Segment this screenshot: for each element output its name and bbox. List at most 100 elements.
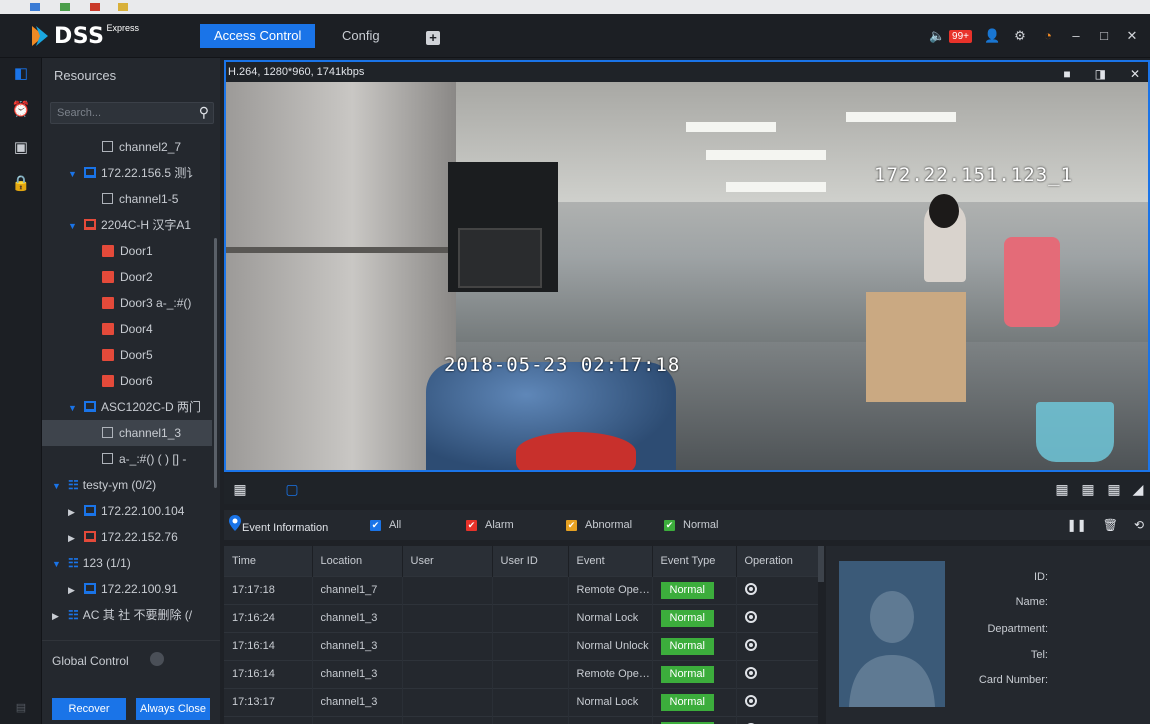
col-user-id[interactable]: User ID — [492, 546, 569, 576]
view-eye-icon[interactable] — [744, 666, 757, 679]
recover-button[interactable]: Recover — [52, 698, 126, 720]
view-eye-icon[interactable] — [744, 638, 757, 651]
cell-user-id — [492, 603, 569, 632]
layout-9-icon[interactable]: ▦ — [1080, 481, 1096, 497]
alarm-clock-icon[interactable]: ⏰ — [11, 100, 31, 120]
door-icon — [102, 348, 114, 361]
cell-user-id — [492, 575, 569, 604]
tree-item[interactable]: ▶ 172.22.100.104 — [42, 498, 212, 524]
speaker-icon[interactable]: 🔈 — [929, 28, 945, 44]
user-icon[interactable]: 👤 — [984, 28, 1000, 44]
filter-alarm[interactable]: ✔ Alarm — [466, 519, 514, 531]
tree-item[interactable]: ▼ 172.22.156.5 测讠 — [42, 160, 212, 186]
tree-item[interactable]: Door2 — [42, 264, 212, 290]
tree-item[interactable]: Door1 — [42, 238, 212, 264]
checkbox-icon[interactable]: ✔ — [466, 519, 477, 531]
settings-icon[interactable] — [150, 652, 164, 666]
table-row[interactable]: 17:16:14 channel1_3 Remote Open... Normal — [224, 659, 818, 688]
layout-16-icon[interactable]: ▦ — [1106, 481, 1122, 497]
table-row[interactable]: 17:13:17channel1_3 Normal UnlockNormal — [224, 715, 818, 724]
alarm-count-badge[interactable]: 99+ — [949, 29, 972, 43]
tree-item[interactable]: ▼ 2204C-H 汉字A1 — [42, 212, 212, 238]
event-panel-icon[interactable]: ▢ — [284, 481, 300, 497]
col-event-type[interactable]: Event Type — [652, 546, 737, 576]
collapse-arrow-icon[interactable]: ▼ — [68, 213, 78, 239]
search-input[interactable] — [51, 103, 181, 123]
table-row[interactable]: 17:16:14 channel1_3 Normal Unlock Normal — [224, 631, 818, 660]
tree-item[interactable]: ▶ 172.22.152.76 — [42, 524, 212, 550]
tree-item[interactable]: a-_:#() ( ) [] - — [42, 446, 212, 472]
add-tab-button[interactable]: + — [426, 31, 440, 45]
table-row[interactable]: 17:13:17 channel1_3 Normal Lock Normal — [224, 687, 818, 716]
layout-4-icon[interactable]: ▦ — [1054, 481, 1070, 497]
collapse-arrow-icon[interactable]: ▼ — [52, 473, 62, 499]
tab-access-control[interactable]: Access Control — [200, 24, 316, 48]
tree-item[interactable]: channel2_7 — [42, 134, 212, 160]
table-scrollbar[interactable] — [818, 546, 824, 582]
edit-layout-icon[interactable]: ◢ — [1130, 481, 1146, 497]
view-eye-icon[interactable] — [744, 610, 757, 623]
close-icon[interactable]: ✕ — [1124, 28, 1140, 44]
snapshot-icon[interactable]: ■ — [1063, 64, 1070, 84]
tree-item[interactable]: Door5 — [42, 342, 212, 368]
stream-info-bar: H.264, 1280*960, 1741kbps ■ ◨ ✕ — [226, 62, 1148, 82]
expand-arrow-icon[interactable]: ▶ — [68, 577, 78, 603]
close-video-icon[interactable]: ✕ — [1130, 64, 1140, 84]
trash-icon[interactable]: 🗑 — [1103, 518, 1118, 532]
tree-item[interactable]: ▶ 172.22.100.91 — [42, 576, 212, 602]
checkbox-icon[interactable]: ✔ — [664, 519, 675, 531]
grid-view-icon[interactable]: ▦ — [232, 481, 248, 497]
tree-item[interactable]: ▼ ☷ testy-ym (0/2) — [42, 472, 212, 498]
filter-normal[interactable]: ✔ Normal — [664, 519, 718, 531]
expand-arrow-icon[interactable]: ▶ — [68, 499, 78, 525]
door-lock-icon[interactable]: ▣ — [11, 138, 31, 158]
performance-icon[interactable]: ◔ — [1040, 28, 1056, 44]
scene-light — [686, 122, 776, 132]
gear-icon[interactable]: ⚙ — [1012, 28, 1028, 44]
expand-arrow-icon[interactable]: ▶ — [52, 603, 62, 629]
checkbox-icon[interactable]: ✔ — [370, 519, 381, 531]
resources-nav-icon[interactable]: ◧ — [11, 64, 31, 84]
search-icon[interactable]: ⚲ — [199, 104, 209, 121]
maximize-icon[interactable]: □ — [1096, 28, 1112, 44]
tree-item[interactable]: channel1-5 — [42, 186, 212, 212]
table-row[interactable]: 17:16:24 channel1_3 Normal Lock Normal — [224, 603, 818, 632]
title-bar: DSS Express Access Control Config + 🔈 99… — [0, 14, 1150, 58]
view-eye-icon[interactable] — [744, 694, 757, 707]
table-row[interactable]: 17:17:18 channel1_7 Remote Open... Normal — [224, 575, 818, 604]
tree-item[interactable]: Door6 — [42, 368, 212, 394]
col-location[interactable]: Location — [312, 546, 403, 576]
col-operation[interactable]: Operation — [736, 546, 818, 576]
person-details-panel: ID: Name: Department: Tel: Card Number: — [826, 546, 1150, 724]
collapse-arrow-icon[interactable]: ▼ — [52, 551, 62, 577]
collapse-arrow-icon[interactable]: ▼ — [68, 395, 78, 421]
tree-item[interactable]: ▶ ☷ AC 其 社 不要删除 (/ — [42, 602, 212, 628]
history-icon[interactable]: ⟲ — [1134, 518, 1144, 532]
collapse-icon[interactable]: ▤ — [11, 698, 31, 718]
lock-icon[interactable]: 🔒 — [11, 174, 31, 194]
col-time[interactable]: Time — [224, 546, 313, 576]
tree-scrollbar[interactable] — [214, 238, 217, 488]
avatar — [839, 561, 945, 707]
tree-item[interactable]: ▼ ☷ 123 (1/1) — [42, 550, 212, 576]
always-close-button[interactable]: Always Close — [136, 698, 210, 720]
expand-arrow-icon[interactable]: ▶ — [68, 525, 78, 551]
strip-icon — [60, 3, 70, 11]
col-event[interactable]: Event — [568, 546, 653, 576]
filter-all[interactable]: ✔ All — [370, 519, 401, 531]
tree-item[interactable]: ▼ ASC1202C-D 两门 — [42, 394, 212, 420]
tab-config[interactable]: Config — [328, 24, 394, 48]
checkbox-icon[interactable]: ✔ — [566, 519, 577, 531]
video-window[interactable]: H.264, 1280*960, 1741kbps ■ ◨ ✕ 2018-05-… — [224, 60, 1150, 472]
tree-item[interactable]: Door3 a-_:#() — [42, 290, 212, 316]
filter-abnormal[interactable]: ✔ Abnormal — [566, 519, 632, 531]
collapse-arrow-icon[interactable]: ▼ — [68, 161, 78, 187]
view-eye-icon[interactable] — [744, 582, 757, 595]
cell-operation — [736, 603, 818, 632]
tree-item[interactable]: Door4 — [42, 316, 212, 342]
pause-icon[interactable]: ❚❚ — [1067, 518, 1087, 532]
minimize-icon[interactable]: – — [1068, 28, 1084, 44]
split-icon[interactable]: ◨ — [1095, 64, 1106, 84]
tree-item[interactable]: channel1_3 — [42, 420, 212, 446]
col-user[interactable]: User — [402, 546, 493, 576]
